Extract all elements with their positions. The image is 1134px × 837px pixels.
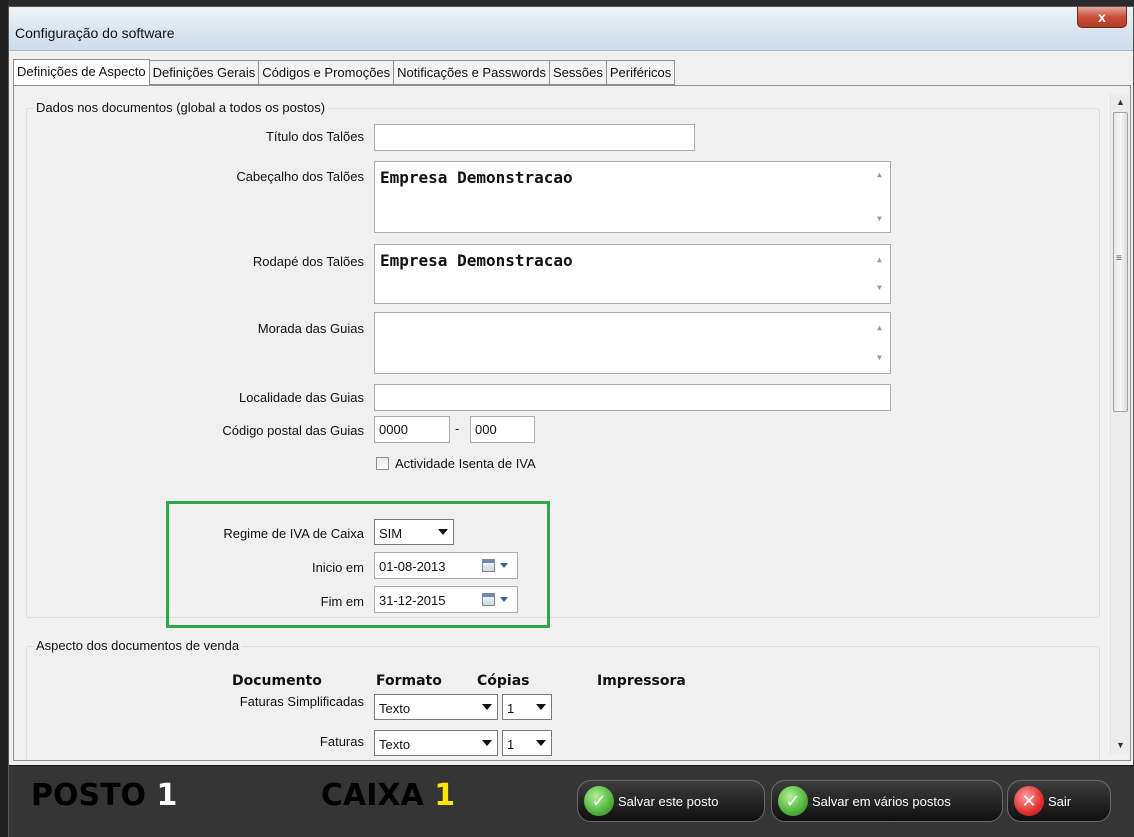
checkmark-icon: ✓: [778, 786, 808, 816]
codigo-postal-input-1[interactable]: 0000: [374, 416, 450, 443]
caixa-indicator: CAIXA 1: [321, 778, 455, 813]
col-impressora: Impressora: [597, 673, 686, 689]
scroll-up-icon[interactable]: ▲: [877, 170, 882, 179]
codigo-postal-separator: -: [455, 421, 460, 436]
copias-value: 1: [507, 737, 515, 752]
isento-checkbox[interactable]: [376, 457, 389, 470]
inicio-value: 01-08-2013: [379, 559, 446, 574]
cabecalho-label: Cabeçalho dos Talões: [236, 169, 364, 184]
rodape-textarea[interactable]: Empresa Demonstracao ▲ ▼: [374, 244, 891, 304]
copias-select[interactable]: 1: [502, 694, 552, 720]
cabecalho-scrollbar[interactable]: ▲ ▼: [873, 162, 890, 232]
checkmark-icon: ✓: [584, 786, 614, 816]
fim-datepicker[interactable]: 31-12-2015: [374, 586, 518, 613]
chevron-down-icon: [482, 704, 492, 710]
posto-indicator: POSTO 1: [31, 778, 177, 813]
rodape-label: Rodapé dos Talões: [252, 254, 364, 269]
isento-label: Actividade Isenta de IVA: [395, 456, 536, 471]
chevron-down-icon: [536, 740, 546, 746]
fim-value: 31-12-2015: [379, 593, 446, 608]
formato-select[interactable]: Texto: [374, 694, 498, 720]
fim-label: Fim em: [320, 594, 364, 609]
formato-select[interactable]: Texto: [374, 730, 498, 756]
copias-value: 1: [507, 701, 515, 716]
calendar-icon[interactable]: [482, 559, 495, 572]
scroll-thumb[interactable]: ≡: [1113, 112, 1128, 412]
caixa-number: 1: [434, 778, 456, 813]
regime-value: SIM: [379, 526, 403, 541]
scroll-up-icon[interactable]: ▲: [877, 255, 882, 264]
tab-codigos-promocoes[interactable]: Códigos e Promoções: [259, 60, 395, 85]
regime-label: Regime de IVA de Caixa: [223, 526, 364, 541]
scroll-up-icon[interactable]: ▲: [877, 323, 882, 332]
posto-number: 1: [156, 778, 178, 813]
save-this-posto-button[interactable]: ✓ Salvar este posto: [577, 780, 765, 822]
localidade-input[interactable]: [374, 384, 891, 411]
close-icon: ✕: [1014, 786, 1044, 816]
col-formato: Formato: [376, 673, 442, 689]
tab-strip: Definições de Aspecto Definições Gerais …: [13, 59, 676, 86]
cabecalho-textarea[interactable]: Empresa Demonstracao ▲ ▼: [374, 161, 891, 233]
tab-definicoes-gerais[interactable]: Definições Gerais: [149, 60, 260, 85]
chevron-down-icon: [482, 740, 492, 746]
exit-label: Sair: [1048, 793, 1072, 809]
scroll-down-icon[interactable]: ▼: [877, 283, 882, 292]
caixa-label: CAIXA: [321, 778, 424, 813]
morada-textarea[interactable]: ▲ ▼: [374, 312, 891, 374]
scroll-down-icon[interactable]: ▼: [1111, 737, 1130, 754]
regime-select[interactable]: SIM: [374, 519, 454, 545]
copias-select[interactable]: 1: [502, 730, 552, 756]
col-documento: Documento: [232, 673, 322, 689]
col-copias: Cópias: [477, 673, 530, 689]
codigo-postal-input-2[interactable]: 000: [470, 416, 535, 443]
tab-notificacoes-passwords[interactable]: Notificações e Passwords: [394, 60, 550, 85]
tab-panel: Dados nos documentos (global a todos os …: [13, 85, 1131, 761]
background-edge: [0, 0, 8, 837]
close-button[interactable]: x: [1077, 7, 1127, 28]
chevron-down-icon: [438, 529, 448, 535]
scroll-down-icon[interactable]: ▼: [877, 214, 882, 223]
settings-window: Configuração do software x Definições de…: [8, 6, 1134, 837]
title-bar: Configuração do software x: [9, 7, 1133, 51]
tab-definicoes-aspecto[interactable]: Definições de Aspecto: [13, 59, 150, 86]
tab-perifericos[interactable]: Periféricos: [606, 60, 676, 85]
sales-group-legend: Aspecto dos documentos de venda: [33, 638, 243, 653]
morada-label: Morada das Guias: [257, 321, 364, 336]
cabecalho-text: Empresa Demonstracao: [380, 168, 573, 187]
formato-value: Texto: [379, 737, 411, 752]
posto-label: POSTO: [31, 778, 147, 813]
grip-icon: ≡: [1116, 253, 1122, 264]
save-many-postos-label: Salvar em vários postos: [812, 793, 951, 809]
calendar-icon[interactable]: [482, 593, 495, 606]
bottom-bar: POSTO 1 CAIXA 1 ✓ Salvar este posto ✓ Sa…: [9, 765, 1134, 837]
save-many-postos-button[interactable]: ✓ Salvar em vários postos: [771, 780, 1003, 822]
inicio-datepicker[interactable]: 01-08-2013: [374, 552, 518, 579]
formato-value: Texto: [379, 701, 411, 716]
inicio-label: Inicio em: [311, 560, 364, 575]
window-title: Configuração do software: [15, 25, 175, 41]
rodape-scrollbar[interactable]: ▲ ▼: [873, 245, 890, 303]
titulo-input[interactable]: [374, 124, 695, 151]
chevron-down-icon[interactable]: [500, 597, 508, 602]
titulo-label: Título dos Talões: [265, 129, 364, 144]
scroll-up-icon[interactable]: ▲: [1111, 94, 1130, 111]
chevron-down-icon: [536, 704, 546, 710]
rodape-text: Empresa Demonstracao: [380, 251, 573, 270]
row-documento-label: Faturas Simplificadas: [239, 694, 364, 709]
row-documento-label: Faturas: [319, 734, 364, 749]
localidade-label: Localidade das Guias: [238, 390, 364, 405]
documents-group-legend: Dados nos documentos (global a todos os …: [33, 100, 329, 115]
chevron-down-icon[interactable]: [500, 563, 508, 568]
vertical-scrollbar[interactable]: ▲ ≡ ▼: [1110, 94, 1129, 754]
morada-scrollbar[interactable]: ▲ ▼: [873, 313, 890, 373]
save-this-posto-label: Salvar este posto: [618, 793, 719, 809]
sales-group: Aspecto dos documentos de venda: [26, 638, 1100, 760]
codigo-postal-label: Código postal das Guias: [222, 423, 364, 438]
exit-button[interactable]: ✕ Sair: [1007, 780, 1111, 822]
scroll-down-icon[interactable]: ▼: [877, 353, 882, 362]
tab-sessoes[interactable]: Sessões: [550, 60, 607, 85]
